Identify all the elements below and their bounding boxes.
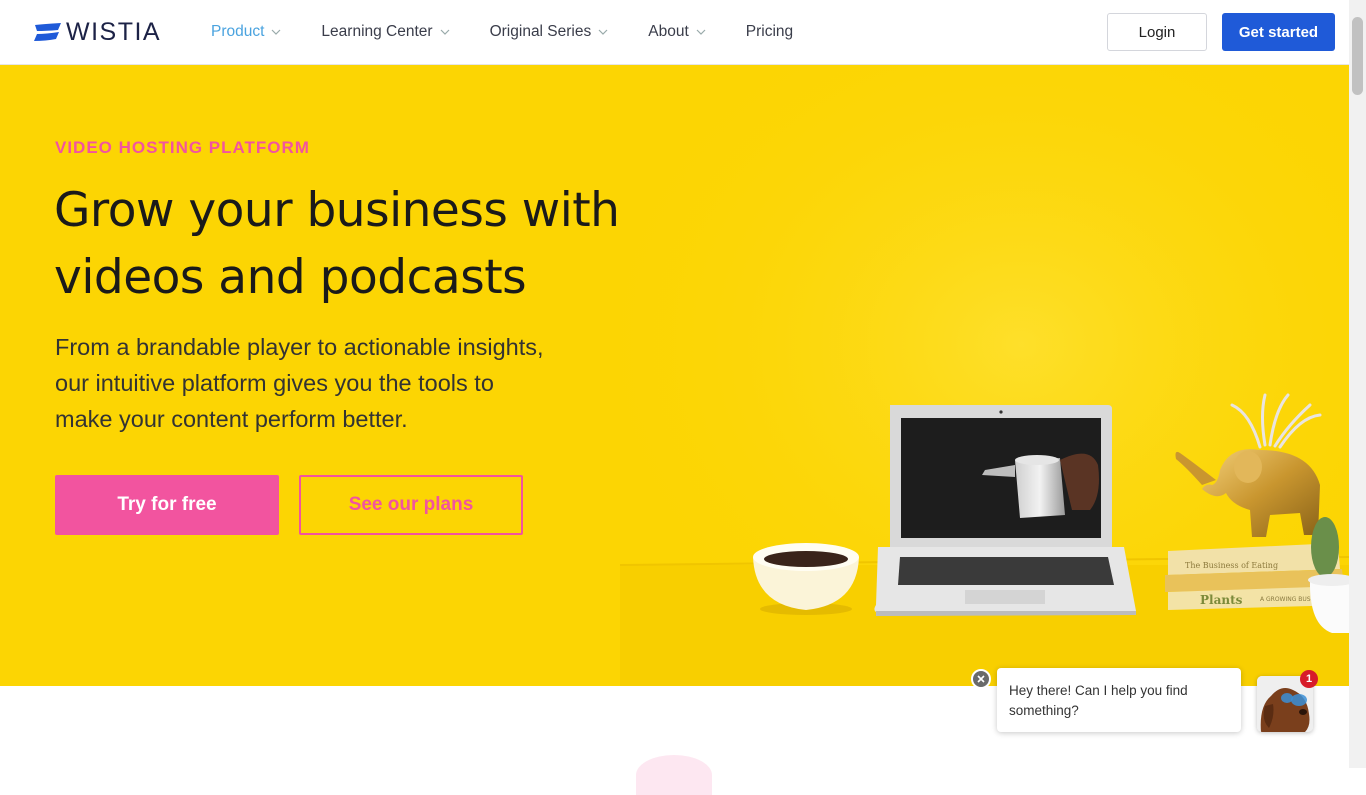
headline-line-1: Grow your business with — [54, 183, 620, 238]
subheading-line-1: From a brandable player to actionable in… — [55, 334, 544, 360]
hero-subheading: From a brandable player to actionable in… — [55, 329, 615, 437]
laptop — [874, 405, 1136, 616]
nav-item-original-series[interactable]: Original Series — [490, 23, 609, 41]
chevron-down-icon — [271, 29, 281, 35]
headline-line-2: videos and podcasts — [54, 250, 527, 305]
logo-wordmark: WISTIA — [66, 18, 162, 46]
chat-message-line-1: Hey there! Can I help you find — [1009, 683, 1188, 698]
subheading-line-2: our intuitive platform gives you the too… — [55, 370, 494, 396]
nav-links: Product Learning Center Original Series … — [211, 0, 833, 64]
nav-item-pricing[interactable]: Pricing — [746, 23, 793, 41]
decorative-shape — [636, 755, 712, 795]
close-icon — [977, 675, 985, 683]
nav-item-label: Learning Center — [321, 23, 433, 40]
nav-item-learning-center[interactable]: Learning Center — [321, 23, 450, 41]
nav-item-label: Pricing — [745, 23, 794, 40]
chevron-down-icon — [696, 29, 706, 35]
chat-close-button[interactable] — [971, 669, 991, 689]
wistia-logo[interactable]: WISTIA — [34, 19, 161, 45]
top-navigation: WISTIA Product Learning Center Original … — [0, 0, 1349, 65]
chat-message-line-2: something? — [1009, 703, 1079, 718]
hero-eyebrow: VIDEO HOSTING PLATFORM — [55, 138, 310, 157]
chevron-down-icon — [440, 29, 450, 35]
chevron-down-icon — [598, 29, 608, 35]
hero-headline: Grow your business with videos and podca… — [54, 177, 694, 311]
book-title-text: Plants — [1200, 593, 1243, 607]
nav-item-product[interactable]: Product — [211, 23, 281, 41]
page-scrollbar[interactable] — [1349, 0, 1366, 768]
subheading-line-3: make your content perform better. — [55, 406, 408, 432]
nav-item-label: Original Series — [489, 23, 592, 40]
try-for-free-button[interactable]: Try for free — [55, 475, 279, 535]
laptop-keyboard — [898, 557, 1114, 585]
chat-message-bubble[interactable]: Hey there! Can I help you find something… — [997, 668, 1241, 732]
hero-scene-image: The Business of Eating Plants A GROWING … — [620, 65, 1349, 686]
see-our-plans-button[interactable]: See our plans — [299, 475, 523, 535]
book-title-text: The Business of Eating — [1185, 561, 1278, 570]
scrollbar-thumb[interactable] — [1352, 17, 1363, 95]
nav-item-about[interactable]: About — [648, 23, 706, 41]
hero-section: VIDEO HOSTING PLATFORM Grow your busines… — [0, 65, 1349, 686]
chat-notification-badge: 1 — [1300, 670, 1318, 688]
get-started-button[interactable]: Get started — [1222, 13, 1335, 51]
login-button[interactable]: Login — [1107, 13, 1207, 51]
wistia-logo-icon — [34, 23, 61, 41]
nav-item-label: Product — [211, 23, 265, 40]
nav-item-label: About — [648, 23, 689, 40]
